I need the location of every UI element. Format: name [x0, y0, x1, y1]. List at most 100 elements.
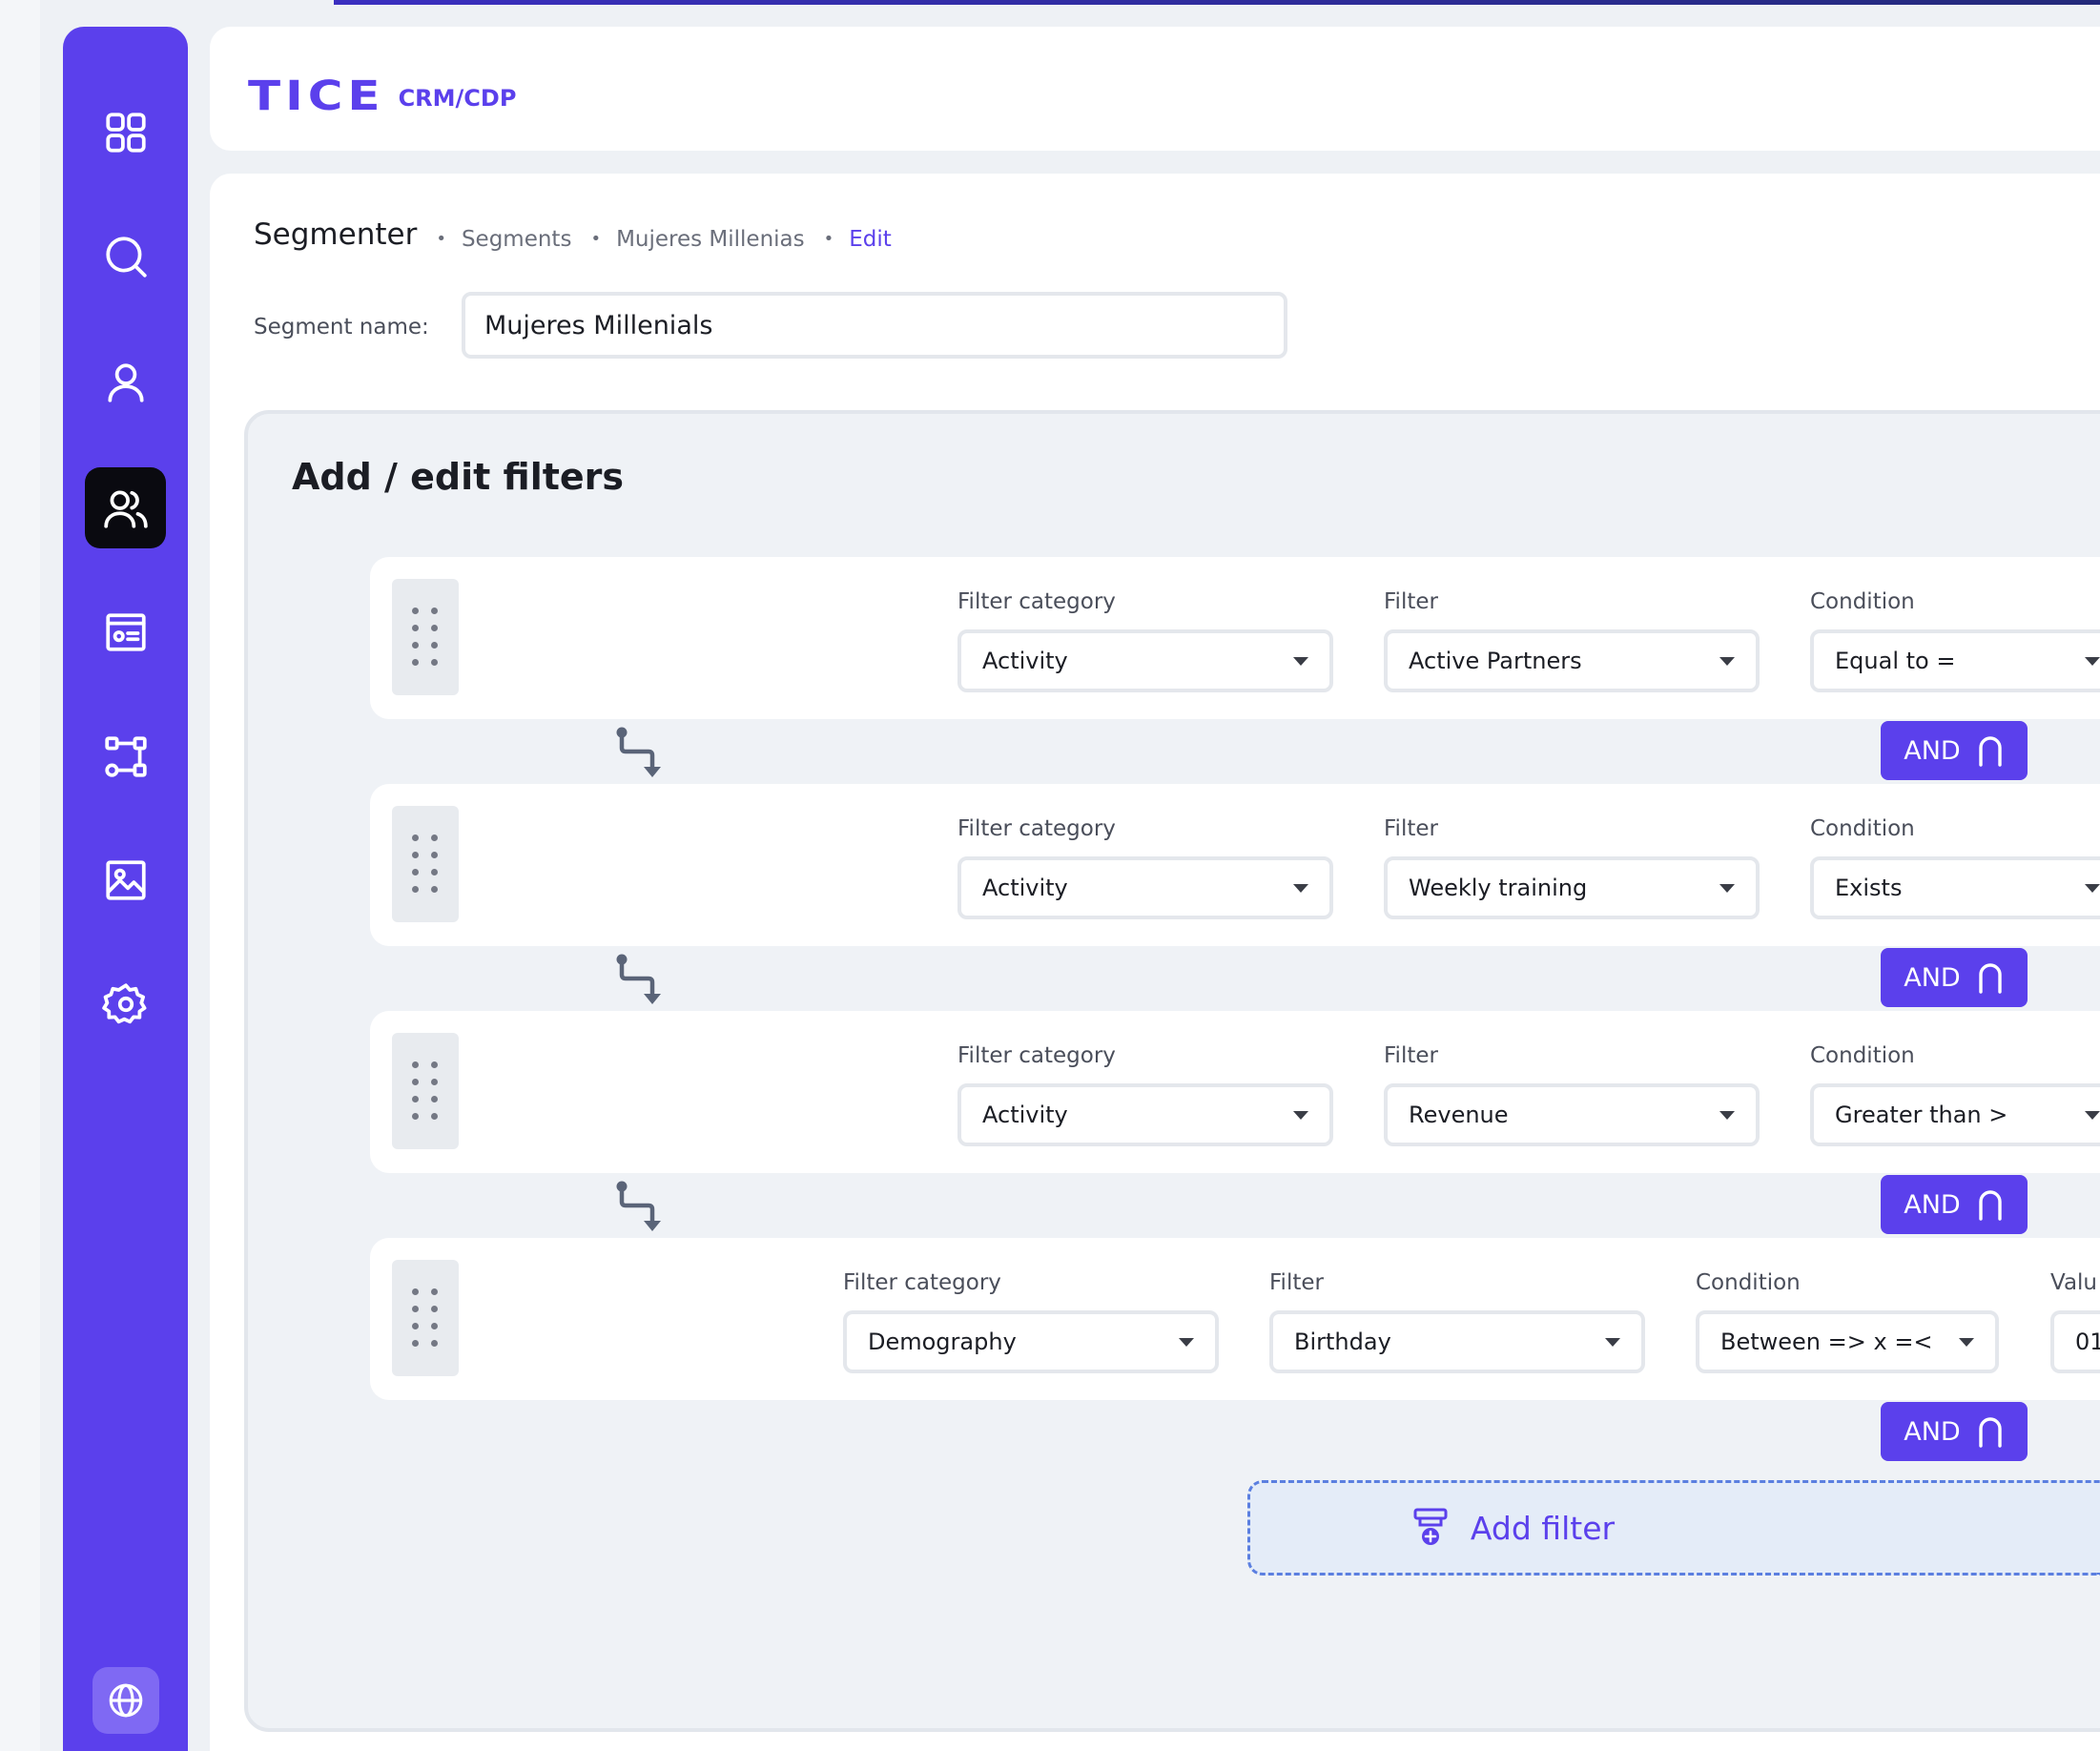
- sidebar-item-workflows[interactable]: [85, 715, 166, 796]
- filter-field: Filter Revenue: [1384, 1043, 1760, 1146]
- dashboard-icon: [105, 112, 146, 153]
- filter-label: Filter: [1384, 589, 1438, 614]
- and-operator-button[interactable]: AND: [1881, 1402, 2028, 1461]
- connector-arrow-icon: [616, 954, 661, 1004]
- condition-field: Condition Exists: [1810, 816, 2100, 919]
- globe-icon: [109, 1683, 143, 1718]
- condition-field: Condition Equal to =: [1810, 589, 2100, 692]
- condition-label: Condition: [1810, 816, 1915, 841]
- condition-label: Condition: [1810, 589, 1915, 614]
- sidebar-item-settings[interactable]: [85, 963, 166, 1044]
- breadcrumb-segment[interactable]: Mujeres Millenias: [571, 227, 805, 252]
- filter-category-field: Filter category Activity: [957, 1043, 1333, 1146]
- condition-select[interactable]: Equal to =: [1810, 629, 2100, 692]
- filter-select[interactable]: Active Partners: [1384, 629, 1760, 692]
- sidebar-item-media[interactable]: [85, 839, 166, 920]
- value-field: Valu 01: [2050, 1270, 2100, 1373]
- filter-category-select[interactable]: Activity: [957, 1083, 1333, 1146]
- search-icon: [105, 236, 147, 278]
- sidebar-item-dashboard[interactable]: [85, 92, 166, 173]
- page-title: Segmenter: [254, 217, 418, 252]
- segment-name-label: Segment name:: [254, 315, 429, 340]
- app-logo[interactable]: TICE CRM/CDP: [248, 69, 516, 116]
- filter-category-select[interactable]: Demography: [843, 1310, 1219, 1373]
- and-operator-button[interactable]: AND: [1881, 1175, 2028, 1234]
- sidebar-item-language[interactable]: [93, 1667, 159, 1734]
- chevron-down-icon: [1293, 656, 1308, 666]
- image-icon: [105, 859, 146, 900]
- filter-select[interactable]: Birthday: [1269, 1310, 1645, 1373]
- filter-category-label: Filter category: [957, 816, 1116, 841]
- filter-category-field: Filter category Activity: [957, 816, 1333, 919]
- filter-category-label: Filter category: [957, 589, 1116, 614]
- chevron-down-icon: [1293, 1110, 1308, 1120]
- sidebar: [63, 27, 188, 1751]
- chevron-down-icon: [1605, 1337, 1620, 1347]
- intersection-icon: [1979, 1190, 2002, 1221]
- breadcrumb-edit: Edit: [805, 227, 892, 252]
- filter-category-label: Filter category: [957, 1043, 1116, 1068]
- intersection-icon: [1979, 736, 2002, 767]
- condition-field: Condition Greater than >: [1810, 1043, 2100, 1146]
- chevron-down-icon: [1293, 883, 1308, 893]
- filter-field: Filter Weekly training: [1384, 816, 1760, 919]
- filters-title: Add / edit filters: [292, 456, 625, 498]
- and-operator-button[interactable]: AND: [1881, 948, 2028, 1007]
- breadcrumb-segments[interactable]: Segments: [417, 227, 571, 252]
- drag-handle[interactable]: [392, 1033, 459, 1149]
- app-header: TICE CRM/CDP: [210, 27, 2100, 151]
- settings-icon: [101, 982, 146, 1023]
- chevron-down-icon: [1719, 1110, 1735, 1120]
- filter-row: Filter category Demography Filter Birthd…: [370, 1238, 2100, 1400]
- drag-handle[interactable]: [392, 579, 459, 695]
- chevron-down-icon: [2085, 656, 2100, 666]
- filter-field: Filter Birthday: [1269, 1270, 1645, 1373]
- intersection-icon: [1979, 1417, 2002, 1448]
- filter-select[interactable]: Weekly training: [1384, 856, 1760, 919]
- condition-label: Condition: [1696, 1270, 1801, 1295]
- drag-handle[interactable]: [392, 1260, 459, 1376]
- add-filter-button[interactable]: Add filter: [1247, 1480, 2100, 1576]
- drag-handle[interactable]: [392, 806, 459, 922]
- value-label: Valu: [2050, 1270, 2098, 1295]
- filter-row: Filter category Activity Filter Active P…: [370, 557, 2100, 719]
- top-accent-line: [334, 0, 2100, 5]
- connector-arrow-icon: [616, 727, 661, 777]
- filter-category-field: Filter category Activity: [957, 589, 1333, 692]
- users-icon: [103, 489, 148, 528]
- sidebar-item-user[interactable]: [85, 341, 166, 422]
- chevron-down-icon: [2085, 883, 2100, 893]
- chevron-down-icon: [1179, 1337, 1194, 1347]
- filter-label: Filter: [1384, 816, 1438, 841]
- add-filter-label: Add filter: [1470, 1509, 1616, 1547]
- and-operator-button[interactable]: AND: [1881, 721, 2028, 780]
- filter-select[interactable]: Revenue: [1384, 1083, 1760, 1146]
- condition-select[interactable]: Greater than >: [1810, 1083, 2100, 1146]
- sidebar-item-cards[interactable]: [85, 591, 166, 672]
- chevron-down-icon: [1959, 1337, 1974, 1347]
- filter-label: Filter: [1384, 1043, 1438, 1068]
- value-input[interactable]: 01: [2050, 1310, 2100, 1373]
- condition-field: Condition Between => x =<: [1696, 1270, 1999, 1373]
- workflow-icon: [104, 735, 147, 777]
- filter-category-select[interactable]: Activity: [957, 856, 1333, 919]
- filter-row: Filter category Activity Filter Revenue …: [370, 1011, 2100, 1173]
- add-filter-icon: [1413, 1508, 1448, 1545]
- chevron-down-icon: [1719, 883, 1735, 893]
- user-icon: [107, 362, 144, 402]
- connector-arrow-icon: [616, 1181, 661, 1231]
- condition-select[interactable]: Between => x =<: [1696, 1310, 1999, 1373]
- condition-select[interactable]: Exists: [1810, 856, 2100, 919]
- condition-label: Condition: [1810, 1043, 1915, 1068]
- filter-row: Filter category Activity Filter Weekly t…: [370, 784, 2100, 946]
- filter-category-select[interactable]: Activity: [957, 629, 1333, 692]
- filter-category-label: Filter category: [843, 1270, 1001, 1295]
- chevron-down-icon: [1719, 656, 1735, 666]
- window-edge: [0, 0, 40, 1751]
- id-card-icon: [105, 612, 146, 651]
- segment-name-input[interactable]: [462, 292, 1287, 359]
- logo-wordmark: TICE: [248, 72, 385, 120]
- sidebar-item-search[interactable]: [85, 216, 166, 297]
- filter-label: Filter: [1269, 1270, 1324, 1295]
- sidebar-item-segments[interactable]: [85, 467, 166, 548]
